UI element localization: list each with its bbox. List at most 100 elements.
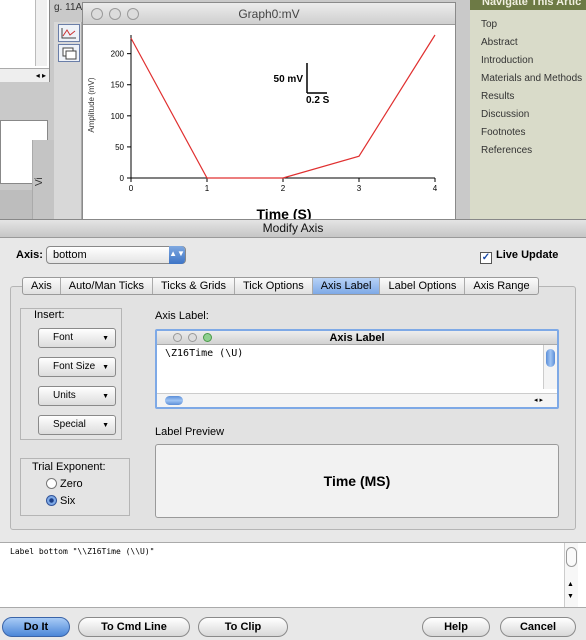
tab-ticks-grids[interactable]: Ticks & Grids xyxy=(153,278,235,294)
background-area: ◂ ▸ Vi g. 11A Graph0:mV 0 50 100 150 200 0 1 2… xyxy=(0,0,586,225)
series-line xyxy=(130,34,436,179)
navigation-title: Navigate This Artic xyxy=(470,0,586,10)
y-tick-label: 0 xyxy=(120,174,125,183)
tab-label-options[interactable]: Label Options xyxy=(380,278,466,294)
scale-bar-v-label: 50 mV xyxy=(274,74,304,85)
triangle-down-icon: ▼ xyxy=(102,335,109,342)
modify-axis-dialog: Modify Axis Axis: bottom ▲▼ ✓ Live Update… xyxy=(0,219,586,640)
tab-axis-label[interactable]: Axis Label xyxy=(312,278,381,294)
graph-tool-icon[interactable] xyxy=(58,24,80,42)
line-chart: 050100150200 01234 Amplitude (mV) Time (… xyxy=(87,34,438,222)
scroll-thumb[interactable] xyxy=(165,396,183,405)
y-axis-label: Amplitude (mV) xyxy=(87,77,96,132)
graph-window-title: Graph0:mV xyxy=(238,7,300,21)
axis-label-title: Axis Label: xyxy=(155,310,209,322)
scroll-thumb[interactable] xyxy=(566,547,577,567)
data-series xyxy=(130,34,436,179)
triangle-down-icon: ▼ xyxy=(102,393,109,400)
nav-link[interactable]: Top xyxy=(481,16,586,34)
font-size-popup-button[interactable]: Font Size ▼ xyxy=(38,357,116,377)
do-it-button[interactable]: Do It xyxy=(2,617,70,637)
y-axis: 0 50 100 150 200 xyxy=(111,35,132,183)
radio-zero[interactable]: Zero xyxy=(46,478,83,490)
editor-titlebar: Axis Label xyxy=(157,331,557,345)
special-popup-button[interactable]: Special ▼ xyxy=(38,415,116,435)
arrow-down-icon[interactable]: ▼ xyxy=(567,593,574,600)
y-tick-label: 100 xyxy=(111,112,125,121)
radio-six[interactable]: Six xyxy=(46,495,75,507)
nav-link[interactable]: Materials and Methods xyxy=(481,70,586,88)
scale-bar-h-label: 0.2 S xyxy=(306,95,330,106)
y-tick-label: 200 xyxy=(111,50,125,59)
radio-selected-icon[interactable] xyxy=(46,495,57,506)
editor-horizontal-scrollbar[interactable]: ◂ ▸ xyxy=(157,393,557,407)
checkbox-icon[interactable]: ✓ xyxy=(480,252,492,264)
graph-toolbar xyxy=(54,22,82,222)
layers-tool-icon[interactable] xyxy=(58,44,80,62)
nav-link[interactable]: Discussion xyxy=(481,106,586,124)
font-size-popup-label: Font Size xyxy=(53,361,96,372)
label-preview-box: Time (MS) xyxy=(155,444,559,518)
special-popup-label: Special xyxy=(53,419,86,430)
live-update-checkbox[interactable]: ✓ Live Update xyxy=(480,249,558,264)
graph-titlebar[interactable]: Graph0:mV xyxy=(83,3,455,25)
live-update-label: Live Update xyxy=(496,249,559,261)
font-popup-button[interactable]: Font ▼ xyxy=(38,328,116,348)
figure-label: g. 11A xyxy=(54,2,83,13)
scroll-arrows-icon[interactable]: ◂ ▸ xyxy=(534,394,543,407)
radio-zero-label: Zero xyxy=(60,478,83,490)
nav-link[interactable]: Results xyxy=(481,88,586,106)
dialog-title: Modify Axis xyxy=(0,220,586,238)
insert-label: Insert: xyxy=(34,309,65,321)
radio-icon[interactable] xyxy=(46,478,57,489)
axis-select-value: bottom xyxy=(53,249,87,261)
tab-axis[interactable]: Axis xyxy=(23,278,61,294)
axis-select[interactable]: bottom ▲▼ xyxy=(46,246,186,264)
label-preview-title: Label Preview xyxy=(155,426,225,438)
x-tick-label: 0 xyxy=(129,184,134,193)
triangle-down-icon: ▼ xyxy=(102,364,109,371)
units-popup-button[interactable]: Units ▼ xyxy=(38,386,116,406)
axis-label-text[interactable]: \Z16Time (\U) xyxy=(165,348,243,359)
command-scrollbar[interactable]: ▲ ▼ xyxy=(564,543,578,607)
nav-link[interactable]: Footnotes xyxy=(481,124,586,142)
x-tick-label: 4 xyxy=(433,184,438,193)
chevron-updown-icon: ▲▼ xyxy=(169,246,185,264)
tab-auto-man-ticks[interactable]: Auto/Man Ticks xyxy=(61,278,153,294)
x-tick-label: 2 xyxy=(281,184,286,193)
side-label: Vi xyxy=(34,177,45,186)
nav-link[interactable]: References xyxy=(481,142,586,160)
triangle-down-icon: ▼ xyxy=(102,422,109,429)
tab-axis-range[interactable]: Axis Range xyxy=(465,278,537,294)
radio-six-label: Six xyxy=(60,495,76,507)
horizontal-scrollbar[interactable]: ◂ ▸ xyxy=(0,68,49,82)
arrow-up-icon[interactable]: ▲ xyxy=(567,581,574,588)
label-preview-text: Time (MS) xyxy=(323,473,391,489)
x-tick-label: 3 xyxy=(357,184,362,193)
tab-tick-options[interactable]: Tick Options xyxy=(235,278,313,294)
command-text[interactable]: Label bottom "\\Z16Time (\\U)" xyxy=(10,547,155,556)
x-axis: 0 1 2 3 4 xyxy=(129,177,438,193)
command-area[interactable]: Label bottom "\\Z16Time (\\U)" ▲ ▼ xyxy=(0,542,586,608)
to-clip-button[interactable]: To Clip xyxy=(198,617,288,637)
font-popup-label: Font xyxy=(53,332,74,343)
editor-title: Axis Label xyxy=(329,332,385,344)
tab-bar: Axis Auto/Man Ticks Ticks & Grids Tick O… xyxy=(22,277,539,295)
scale-bar: 50 mV 0.2 S xyxy=(274,63,330,106)
navigation-list: Top Abstract Introduction Materials and … xyxy=(470,10,586,160)
axis-label: Axis: xyxy=(16,249,43,261)
graph-window: Graph0:mV 0 50 100 150 200 0 1 2 3 4 Amplitude (… xyxy=(82,2,456,225)
to-cmd-line-button[interactable]: To Cmd Line xyxy=(78,617,190,637)
scroll-thumb[interactable] xyxy=(546,349,555,367)
axis-label-editor[interactable]: Axis Label \Z16Time (\U) ◂ ▸ xyxy=(155,329,559,409)
background-window-left: ◂ ▸ xyxy=(0,0,50,82)
cancel-button[interactable]: Cancel xyxy=(500,617,576,637)
x-tick-label: 1 xyxy=(205,184,210,193)
help-button[interactable]: Help xyxy=(422,617,490,637)
editor-vertical-scrollbar[interactable] xyxy=(543,345,557,389)
trial-exponent-label: Trial Exponent: xyxy=(32,461,106,473)
nav-link[interactable]: Abstract xyxy=(481,34,586,52)
nav-link[interactable]: Introduction xyxy=(481,52,586,70)
units-popup-label: Units xyxy=(53,390,76,401)
vertical-scrollbar[interactable] xyxy=(35,0,47,66)
